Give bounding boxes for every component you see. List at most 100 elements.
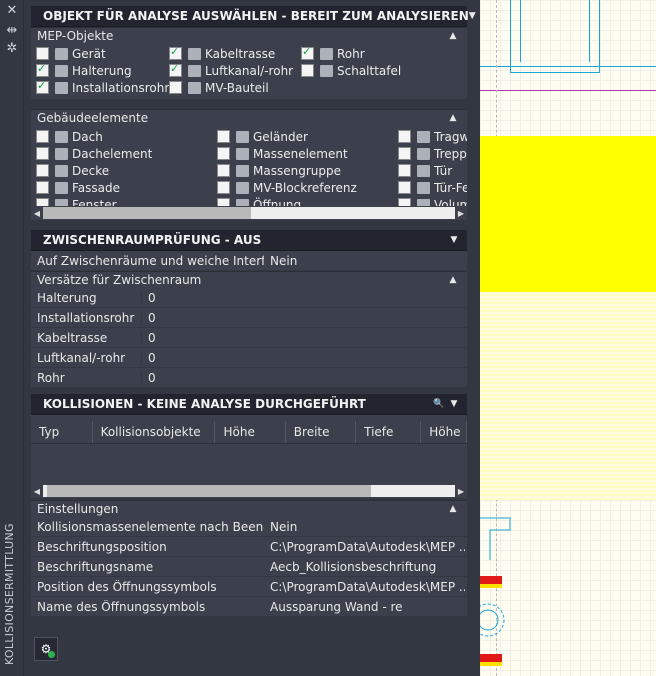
property-value[interactable]: 0 [142,331,156,345]
column-header[interactable]: Breite [286,421,357,443]
checkbox-item[interactable]: Rohr [301,45,365,62]
kollisionen-panel-header[interactable]: KOLLISIONEN - KEINE ANALYSE DURCHGEFÜHRT… [31,394,467,415]
checkbox-item[interactable]: Fassade [36,179,120,196]
scroll-right-icon[interactable]: ▶ [455,487,467,496]
checkbox-item[interactable]: Geländer [217,128,308,145]
checkbox[interactable] [301,64,314,77]
checkbox[interactable] [36,79,49,94]
checkbox-item[interactable]: Schalttafel [301,62,401,79]
checkbox-item[interactable]: Halterung [36,62,132,79]
offset-row[interactable]: Installationsrohr 0 [31,308,467,328]
column-header[interactable]: Tiefe [356,421,422,443]
column-header[interactable]: Höhe [421,421,467,443]
checkbox[interactable] [301,45,314,60]
property-value[interactable]: C:\ProgramData\Autodesk\MEP ... [264,540,465,554]
chevron-up-icon[interactable]: ▲ [447,275,459,285]
offset-row[interactable]: Halterung 0 [31,288,467,308]
setting-row[interactable]: Position des Öffnungssymbols C:\ProgramDa… [31,577,467,597]
checkbox-item[interactable]: Tür-Fenster [398,179,467,196]
checkbox[interactable] [398,130,411,143]
checkbox-item[interactable]: Massenelement [217,145,348,162]
checkbox[interactable] [36,147,49,160]
objekt-panel-header[interactable]: OBJEKT FÜR ANALYSE AUSWÄHLEN - BEREIT ZU… [31,6,476,27]
checkbox-item[interactable]: Dach [36,128,103,145]
scroll-left-icon[interactable]: ◀ [31,487,43,496]
checkbox[interactable] [217,164,230,177]
column-header[interactable]: Typ [31,421,93,443]
checkbox[interactable] [217,198,230,206]
checkbox-item[interactable]: Decke [36,162,109,179]
setting-row[interactable]: Beschriftungsname Aecb_Kollisionsbeschrif… [31,557,467,577]
scroll-right-icon[interactable]: ▶ [455,209,467,218]
property-value[interactable]: 0 [142,371,156,385]
setting-row[interactable]: Beschriftungsposition C:\ProgramData\Auto… [31,537,467,557]
checkbox[interactable] [36,198,49,206]
column-header[interactable]: Kollisionsobjekte [93,421,216,443]
scroll-thumb[interactable] [43,207,251,219]
checkbox[interactable] [217,130,230,143]
checkbox-item[interactable]: Öffnung [217,196,301,206]
checkbox[interactable] [169,62,182,77]
zoom-search-icon[interactable]: 🔍 [430,399,448,409]
chevron-down-icon[interactable]: ▼ [448,399,460,409]
zwischenraum-panel-header[interactable]: ZWISCHENRAUMPRÜFUNG - AUS ▼ [31,230,467,251]
checkbox[interactable] [217,181,230,194]
checkbox-item[interactable]: Volumen [398,196,467,206]
offset-row[interactable]: Kabeltrasse 0 [31,328,467,348]
chevron-up-icon[interactable]: ▲ [447,504,459,514]
checkbox[interactable] [398,164,411,177]
chevron-up-icon[interactable]: ▲ [447,31,459,41]
collision-hscrollbar[interactable]: ◀ ▶ [31,484,467,498]
scroll-track[interactable] [43,207,455,219]
settings-icon[interactable]: ✲ [5,42,19,56]
checkbox-item[interactable]: Kabeltrasse [169,45,275,62]
setting-row[interactable]: Kollisionsmassenelemente nach Beenden...… [31,517,467,537]
checkbox-item[interactable]: MV-Blockreferenz [217,179,357,196]
chevron-up-icon[interactable]: ▲ [447,113,459,123]
checkbox[interactable] [169,81,182,94]
checkbox-item[interactable]: Installationsrohr [36,79,169,96]
run-analysis-button[interactable]: ⚙ [34,637,58,661]
gebaeude-hscrollbar[interactable]: ◀ ▶ [31,206,467,220]
chevron-down-icon[interactable]: ▼ [448,235,460,245]
checkbox[interactable] [36,181,49,194]
checkbox[interactable] [398,181,411,194]
offset-row[interactable]: Luftkanal/-rohr 0 [31,348,467,368]
mep-section-header[interactable]: MEP-Objekte ▲ [31,27,467,44]
checkbox[interactable] [36,47,49,60]
checkbox-item[interactable]: Massengruppe [217,162,341,179]
checkbox-item[interactable]: MV-Bauteil [169,79,269,96]
scroll-thumb[interactable] [47,485,371,497]
checkbox[interactable] [217,147,230,160]
drawing-canvas[interactable] [480,0,656,676]
property-value[interactable]: 0 [142,311,156,325]
column-header[interactable]: Höhe [215,421,286,443]
scroll-left-icon[interactable]: ◀ [31,209,43,218]
property-value[interactable]: Nein [264,520,465,534]
property-value[interactable]: Aecb_Kollisionsbeschriftung [264,560,465,574]
property-value[interactable]: Nein [264,254,297,268]
checkbox[interactable] [36,164,49,177]
checkbox-item[interactable]: Luftkanal/-rohr [169,62,293,79]
chevron-down-icon[interactable]: ▼ [469,11,476,21]
versaetze-section-header[interactable]: Versätze für Zwischenraum ▲ [31,271,467,288]
pin-icon[interactable]: ⇹ [5,24,19,38]
checkbox-item[interactable]: Tür [398,162,452,179]
property-value[interactable]: C:\ProgramData\Autodesk\MEP ... [264,580,465,594]
checkbox-item[interactable]: Tragwerk [398,128,467,145]
close-icon[interactable]: ✕ [5,4,19,18]
property-value[interactable]: 0 [142,291,156,305]
checkbox-item[interactable]: Fenster [36,196,117,206]
checkbox[interactable] [398,147,411,160]
checkbox[interactable] [398,198,411,206]
checkbox[interactable] [36,62,49,77]
palette-title-strip[interactable]: ✕ ⇹ ✲ KOLLISIONSERMITTLUNG [0,0,24,676]
setting-row[interactable]: Name des Öffnungssymbols Aussparung Wand … [31,597,467,617]
checkbox[interactable] [36,130,49,143]
checkbox[interactable] [169,45,182,60]
checkbox-item[interactable]: Gerät [36,45,106,62]
checkbox-item[interactable]: Dachelement [36,145,152,162]
offset-row[interactable]: Rohr 0 [31,368,467,388]
checkbox-item[interactable]: Treppe [398,145,467,162]
einstellungen-section-header[interactable]: Einstellungen ▲ [31,500,467,517]
